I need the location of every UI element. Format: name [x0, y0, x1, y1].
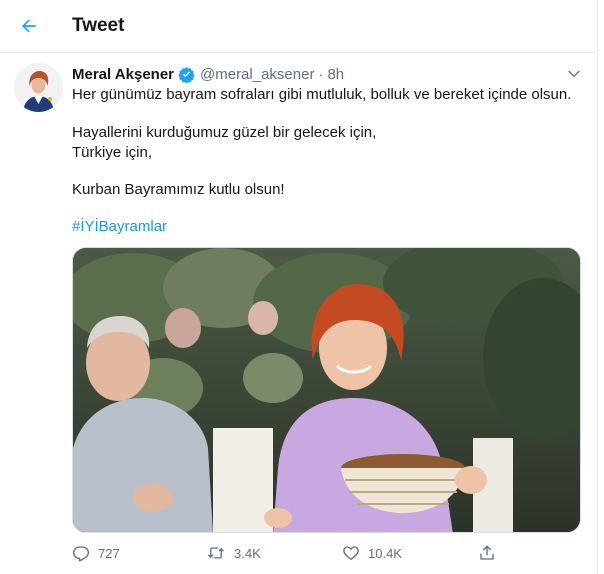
reply-icon: [72, 546, 90, 562]
tweet-time[interactable]: 8h: [327, 66, 344, 83]
like-button[interactable]: 10.4K: [342, 540, 402, 566]
avatar[interactable]: [14, 63, 63, 112]
heart-icon: [343, 546, 359, 561]
tweet-text-line: Her günümüz bayram sofraları gibi mutlul…: [72, 86, 572, 103]
author-name[interactable]: Meral Akşener: [72, 66, 174, 83]
tweet-actions: 727 3.4K 10.4K: [72, 540, 512, 566]
like-count: 10.4K: [368, 545, 402, 561]
verified-badge-icon: [178, 66, 195, 83]
hashtag-link[interactable]: #İYİBayramlar: [72, 217, 167, 237]
tweet-media-video[interactable]: [72, 247, 581, 533]
tweet-text-line: Türkiye için,: [72, 144, 153, 161]
share-button[interactable]: [478, 540, 496, 566]
reply-button[interactable]: 727: [72, 540, 120, 566]
retweet-button[interactable]: 3.4K: [206, 540, 261, 566]
more-options-button[interactable]: [564, 64, 584, 84]
chevron-down-icon: [568, 70, 580, 77]
tweet-text-line: Hayallerini kurduğumuz güzel bir gelecek…: [72, 124, 377, 141]
arrow-left-icon: [22, 19, 36, 33]
page-header: Tweet: [0, 0, 598, 53]
reply-count: 727: [98, 545, 120, 561]
page-title: Tweet: [72, 15, 125, 36]
share-icon: [480, 545, 494, 560]
video-still-image: [73, 248, 580, 532]
author-handle[interactable]: @meral_aksener: [200, 66, 314, 83]
avatar-image: [14, 63, 63, 112]
retweet-icon: [208, 547, 224, 559]
tweet-text-line: Kurban Bayramımız kutlu olsun!: [72, 181, 285, 198]
tweet-author-row: Meral Akşener @meral_aksener · 8h: [72, 64, 344, 84]
retweet-count: 3.4K: [234, 545, 261, 561]
tweet-page: Tweet Meral Akşener @meral_aksener · 8h …: [0, 0, 598, 574]
back-button[interactable]: [14, 11, 44, 41]
meta-separator: ·: [318, 65, 324, 83]
